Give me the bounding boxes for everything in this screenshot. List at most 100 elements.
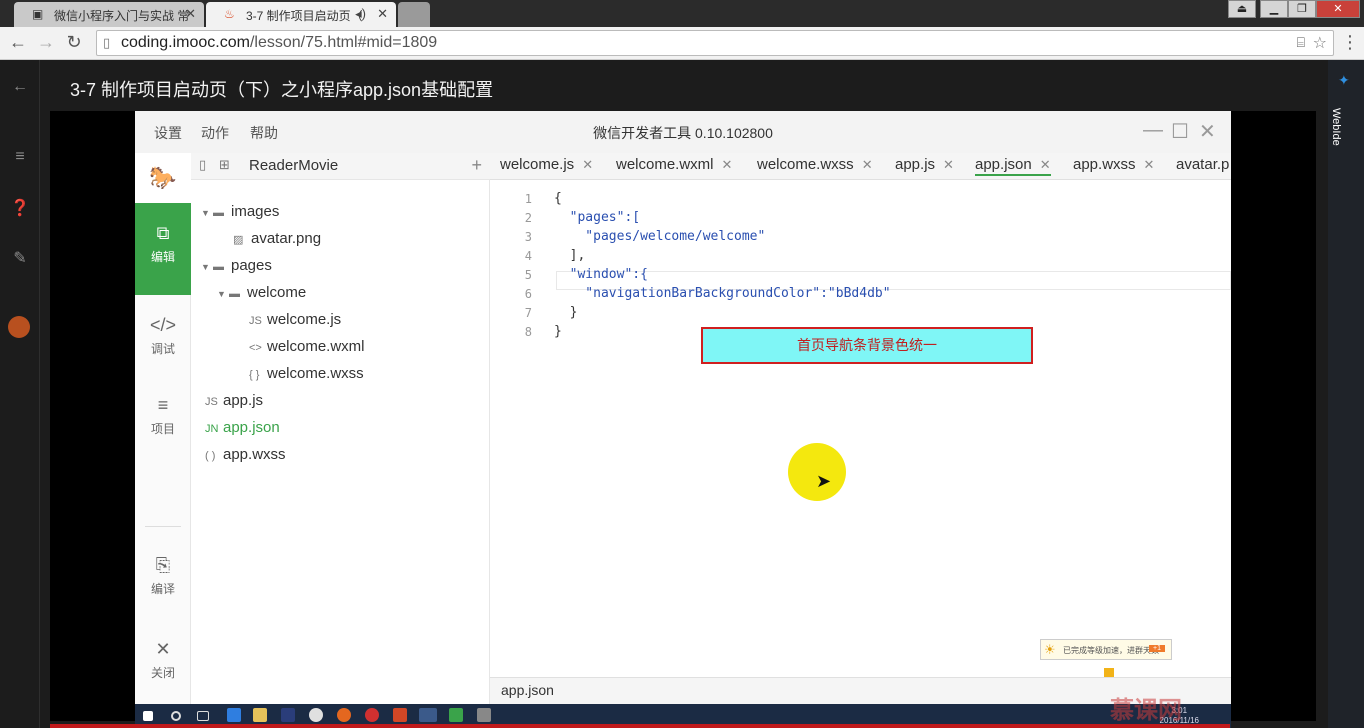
devtool-taskbar-icon[interactable] (419, 708, 437, 722)
editor-tabs: welcome.js ✕ welcome.wxml ✕ welcome.wxss ✕ … (490, 153, 1231, 180)
code-line[interactable]: "pages":[ (554, 210, 640, 225)
close-tab-icon[interactable]: ✕ (377, 6, 388, 22)
tree-file-app-json[interactable]: JN app.json (205, 419, 280, 436)
forward-button[interactable]: → (34, 32, 58, 53)
tab-avatar[interactable]: avatar.p (1176, 156, 1229, 173)
wechat-devtool-icon[interactable] (449, 708, 463, 722)
phone-icon[interactable]: ▯ (199, 157, 206, 173)
close-window-button[interactable]: ✕ (1316, 0, 1360, 18)
close-tab-icon[interactable]: ✕ (722, 157, 733, 172)
translate-icon[interactable]: ⌸ (1297, 34, 1305, 51)
line-number: 4 (524, 249, 532, 263)
nav-edit[interactable]: ⧉ 编辑 (135, 203, 191, 295)
tab-welcome-wxml[interactable]: welcome.wxml ✕ (616, 156, 732, 173)
close-tab-icon[interactable]: ✕ (582, 157, 593, 172)
code-line[interactable]: { (554, 191, 562, 206)
structure-icon[interactable]: ⊞ (219, 157, 230, 173)
tree-folder-pages[interactable]: ▼ ▬ pages (201, 257, 272, 274)
nav-project[interactable]: ≡ 项目 (135, 375, 191, 467)
nav-compile[interactable]: ⎘ 编译 (135, 535, 191, 627)
nav-label: 编辑 (150, 250, 175, 264)
style-file-icon: ( ) (205, 450, 216, 462)
reload-button[interactable]: ↻ (62, 32, 86, 53)
line-number: 2 (524, 211, 532, 225)
code-line[interactable]: "pages/welcome/welcome" (554, 229, 765, 244)
search-icon[interactable] (171, 711, 181, 721)
tree-file-app-wxss[interactable]: ( ) app.wxss (205, 446, 286, 463)
nav-label: 调试 (150, 342, 175, 356)
code-line[interactable]: ], (554, 248, 586, 263)
tree-folder-welcome[interactable]: ▼ ▬ welcome (217, 284, 306, 301)
minimize-button[interactable]: ▁ (1260, 0, 1288, 18)
chrome-icon[interactable] (309, 708, 323, 722)
question-icon[interactable]: ❓ (8, 198, 32, 218)
address-bar[interactable]: ▯ coding.imooc.com/lesson/75.html#mid=18… (96, 30, 1334, 56)
browser-tab-course[interactable]: ▣ 微信小程序入门与实战 常 ✕ (14, 2, 204, 27)
line-number: 3 (524, 230, 532, 244)
avatar[interactable] (8, 316, 30, 338)
video-progress-bar[interactable] (50, 724, 1230, 728)
tab-title: 微信小程序入门与实战 常 (54, 9, 190, 23)
code-line[interactable]: "navigationBarBackgroundColor":"bBd4db" (554, 286, 890, 301)
file-tree-header: ▯ ⊞ ReaderMovie + (191, 153, 490, 180)
tab-app-json[interactable]: app.json ✕ (975, 156, 1051, 176)
project-logo: 🐎 (135, 153, 191, 203)
tab-app-js[interactable]: app.js ✕ (895, 156, 954, 173)
recorder-icon[interactable] (365, 708, 379, 722)
close-tab-icon[interactable]: ✕ (943, 157, 954, 172)
webide-label: WebIde (1330, 108, 1342, 146)
task-view-icon[interactable] (197, 711, 209, 721)
close-tab-icon[interactable]: ✕ (1144, 157, 1155, 172)
user-icon[interactable]: ⏏ (1228, 0, 1256, 18)
tab-welcome-wxss[interactable]: welcome.wxss ✕ (757, 156, 873, 173)
firefox-icon[interactable] (337, 708, 351, 722)
webide-side-tab[interactable]: ✦ WebIde (1328, 60, 1364, 728)
photoshop-icon[interactable] (281, 708, 295, 722)
caret-down-icon: ▼ (217, 289, 226, 299)
tree-file-avatar[interactable]: ▨ avatar.png (233, 230, 321, 247)
notification-toast[interactable]: ☀ 已完成等级加速，进群天数 +1 (1040, 639, 1172, 660)
edge-icon[interactable] (227, 708, 241, 722)
back-button[interactable]: ← (6, 32, 30, 53)
page-icon: ▣ (32, 7, 44, 21)
code-icon: ⧉ (156, 223, 170, 243)
tab-app-wxss[interactable]: app.wxss ✕ (1073, 156, 1154, 173)
nav-debug[interactable]: </> 调试 (135, 295, 191, 387)
close-tab-icon[interactable]: ✕ (1040, 157, 1051, 172)
code-line[interactable]: } (554, 305, 578, 320)
close-tab-icon[interactable]: ✕ (862, 157, 873, 172)
bookmark-star-icon[interactable]: ☆ (1313, 33, 1327, 53)
tree-file-app-js[interactable]: JS app.js (205, 392, 263, 409)
nav-close[interactable]: ✕ 关闭 (135, 619, 191, 704)
minimize-icon[interactable]: — (1143, 119, 1163, 142)
maximize-icon[interactable]: ☐ (1171, 119, 1189, 144)
markup-file-icon: <> (249, 342, 262, 354)
back-arrow-icon[interactable]: ← (8, 78, 32, 96)
code-line[interactable]: } (554, 324, 562, 339)
menu-icon[interactable]: ⋮ (1338, 32, 1362, 53)
line-number: 1 (524, 192, 532, 206)
tab-welcome-js[interactable]: welcome.js ✕ (500, 156, 593, 173)
tree-file-welcome-wxss[interactable]: { } welcome.wxss (249, 365, 364, 382)
app-icon[interactable] (477, 708, 491, 722)
new-tab-button[interactable] (398, 2, 430, 27)
close-tab-icon[interactable]: ✕ (185, 6, 196, 22)
tree-file-welcome-wxml[interactable]: <> welcome.wxml (249, 338, 365, 355)
caret-down-icon: ▼ (201, 262, 210, 272)
close-icon[interactable]: ✕ (1199, 119, 1216, 144)
code-line[interactable]: "window":{ (554, 267, 648, 282)
browser-tab-lesson[interactable]: ♨ 3-7 制作项目启动页（ ◂) ✕ (206, 2, 396, 27)
folder-icon[interactable] (253, 708, 267, 722)
list-icon[interactable]: ≡ (8, 148, 32, 166)
powerpoint-icon[interactable] (393, 708, 407, 722)
toast-text: 已完成等级加速，进群天数 (1063, 646, 1159, 655)
restore-button[interactable]: ❐ (1288, 0, 1316, 18)
tree-file-welcome-js[interactable]: JS welcome.js (249, 311, 341, 328)
audio-icon[interactable]: ◂) (355, 6, 366, 22)
start-icon[interactable] (143, 711, 153, 721)
line-number: 8 (524, 325, 532, 339)
file-tree: ▯ ⊞ ReaderMovie + ▼ ▬ images ▨ avatar.png ▼… (191, 153, 490, 704)
tree-folder-images[interactable]: ▼ ▬ images (201, 203, 279, 220)
pencil-icon[interactable]: ✎ (8, 248, 32, 268)
add-file-icon[interactable]: + (471, 155, 482, 176)
